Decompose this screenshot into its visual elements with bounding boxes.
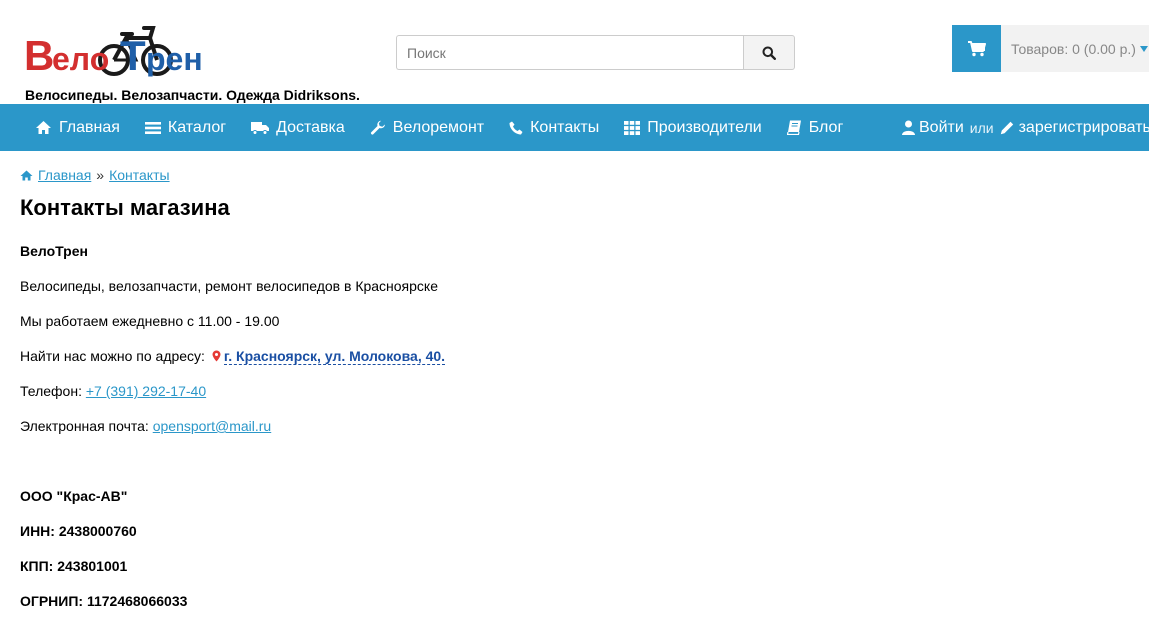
register-link[interactable]: зарегистрироваться — [1000, 104, 1149, 151]
cart-widget[interactable]: Товаров: 0 (0.00 р.) — [952, 25, 1149, 72]
address-link[interactable]: г. Красноярск, ул. Молокова, 40. — [223, 348, 446, 365]
cart-label: Товаров: 0 (0.00 р.) — [1011, 40, 1136, 57]
svg-text:В: В — [24, 32, 54, 79]
home-icon — [20, 170, 33, 180]
nav-item-label: Велоремонт — [392, 118, 485, 136]
svg-text:Т: Т — [120, 32, 146, 79]
store-description: Велосипеды, велозапчасти, ремонт велосип… — [20, 278, 438, 294]
nav-or-text: или — [969, 119, 994, 136]
search-button[interactable] — [743, 35, 795, 70]
svg-text:рен: рен — [146, 41, 203, 77]
email-label: Электронная почта: — [20, 418, 149, 434]
user-icon — [902, 120, 915, 135]
page-title: Контакты магазина — [20, 195, 230, 220]
nav-item-label: Контакты — [530, 118, 600, 136]
address-row: Найти нас можно по адресу: г. Красноярск… — [20, 347, 446, 366]
store-hours: Мы работаем ежедневно с 11.00 - 19.00 — [20, 313, 280, 329]
list-icon — [144, 121, 161, 134]
main-navbar: Главная Каталог Доставка Велоремонт Конт… — [0, 104, 1149, 151]
wrench-icon — [370, 120, 385, 135]
nav-item-contacts[interactable]: Контакты — [509, 104, 599, 151]
breadcrumb-separator: » — [96, 167, 105, 183]
email-row: Электронная почта: opensport@mail.ru — [20, 417, 271, 435]
breadcrumb: Главная » Контакты — [20, 166, 1120, 184]
breadcrumb-home-link[interactable]: Главная — [38, 167, 91, 183]
logo-graphic: В ело Т рен — [24, 26, 203, 79]
search-input[interactable] — [396, 35, 743, 70]
main-content: Главная » Контакты Контакты магазина Вел… — [20, 166, 1120, 609]
nav-item-catalog[interactable]: Каталог — [144, 104, 227, 151]
grid-icon — [624, 120, 641, 135]
nav-item-label: Доставка — [276, 118, 345, 136]
email-link[interactable]: opensport@mail.ru — [153, 418, 272, 434]
pencil-icon — [1000, 121, 1013, 134]
truck-icon — [251, 121, 270, 135]
search-icon — [762, 46, 776, 60]
phone-icon — [509, 121, 523, 134]
svg-text:ело: ело — [52, 41, 109, 77]
nav-item-home[interactable]: Главная — [35, 104, 120, 151]
cart-icon — [967, 40, 986, 56]
login-link[interactable]: Войти — [902, 104, 964, 151]
company-name: ООО "Крас-АВ" — [20, 488, 128, 504]
nav-item-blog[interactable]: Блог — [786, 104, 844, 151]
nav-item-label: Главная — [59, 118, 120, 136]
cart-summary[interactable]: Товаров: 0 (0.00 р.) — [1001, 25, 1148, 72]
nav-item-repair[interactable]: Велоремонт — [370, 104, 484, 151]
nav-item-label: Производители — [647, 118, 762, 136]
phone-label: Телефон: — [20, 383, 82, 399]
store-name: ВелоТрен — [20, 243, 88, 259]
register-label: зарегистрироваться — [1018, 118, 1149, 136]
cart-icon-box[interactable] — [952, 25, 1001, 72]
map-pin-icon — [212, 348, 221, 366]
address-label: Найти нас можно по адресу: — [20, 348, 205, 364]
account-links: Войти или зарегистрироваться — [902, 104, 1149, 151]
nav-item-label: Блог — [808, 118, 844, 136]
company-kpp: КПП: 243801001 — [20, 558, 128, 574]
site-tagline: Велосипеды. Велозапчасти. Одежда Didriks… — [25, 87, 360, 103]
nav-item-delivery[interactable]: Доставка — [251, 104, 345, 151]
nav-item-label: Каталог — [167, 118, 227, 136]
site-logo[interactable]: В ело Т рен — [22, 24, 212, 82]
home-icon — [36, 121, 51, 134]
company-inn: ИНН: 2438000760 — [20, 523, 137, 539]
nav-menu: Главная Каталог Доставка Велоремонт Конт… — [0, 104, 868, 151]
chevron-down-icon — [1139, 45, 1148, 52]
phone-link[interactable]: +7 (391) 292-17-40 — [86, 383, 206, 399]
book-icon — [786, 120, 801, 135]
site-header: В ело Т рен Велосипеды. Велозапчасти. Од… — [0, 0, 1149, 104]
breadcrumb-current-link[interactable]: Контакты — [109, 167, 169, 183]
login-label: Войти — [919, 118, 964, 136]
phone-row: Телефон: +7 (391) 292-17-40 — [20, 382, 206, 400]
nav-item-manufacturers[interactable]: Производители — [624, 104, 762, 151]
company-ogrnip: ОГРНИП: 1172468066033 — [20, 593, 188, 609]
search-bar — [396, 35, 795, 70]
